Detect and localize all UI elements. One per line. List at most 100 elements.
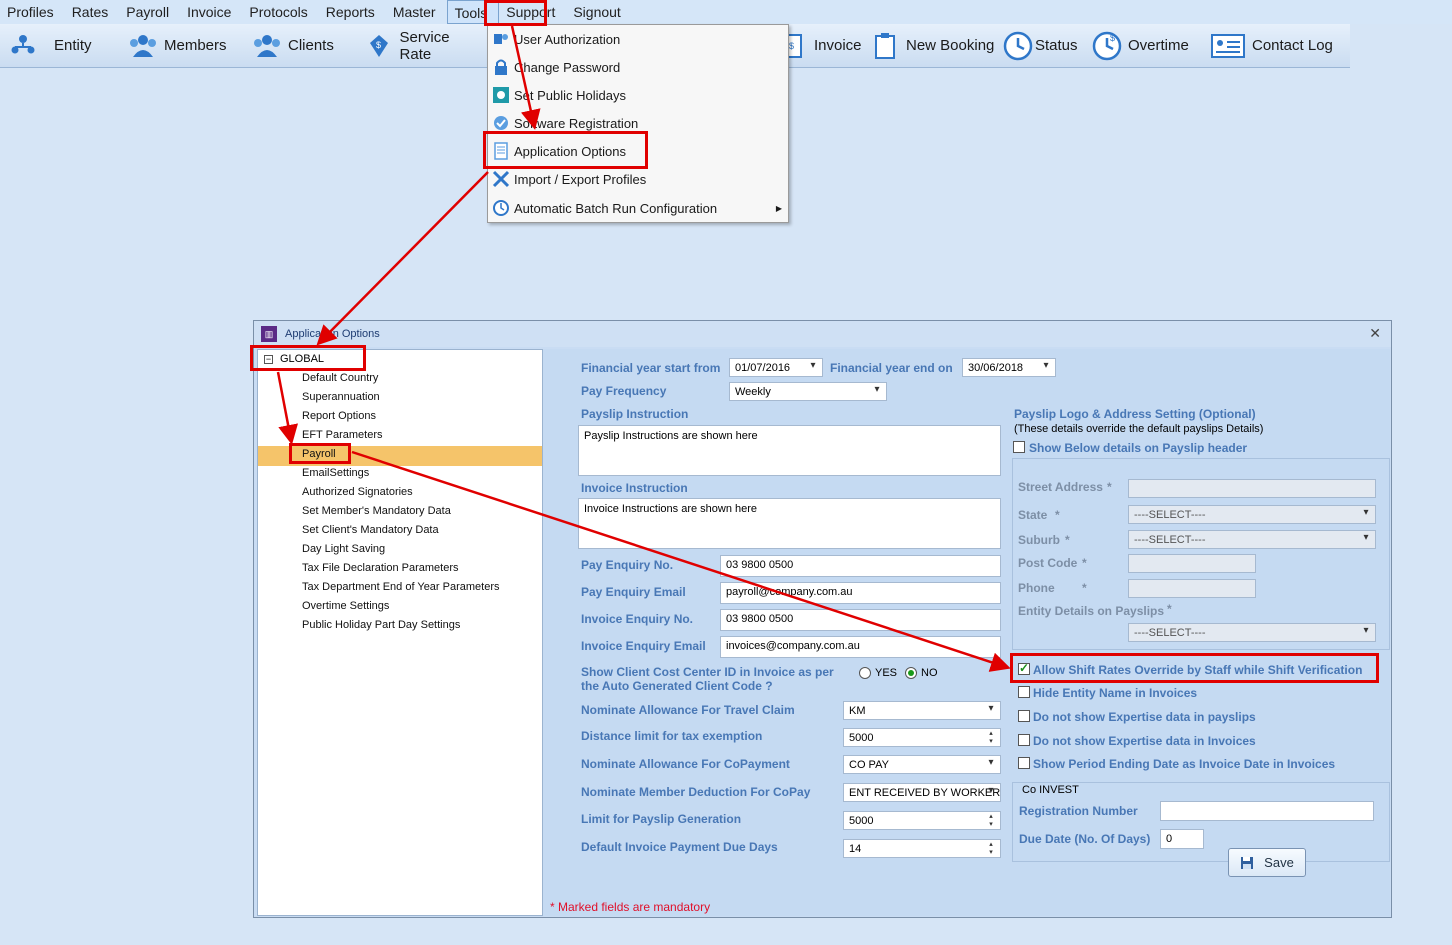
registration-number-input[interactable] bbox=[1160, 801, 1374, 821]
menu-item-import-export-profiles[interactable]: Import / Export Profiles bbox=[488, 166, 788, 192]
fy-start-date-picker[interactable]: 01/07/2016 bbox=[729, 358, 823, 377]
menu-item-change-password[interactable]: Change Password bbox=[488, 54, 788, 80]
svg-text:$: $ bbox=[789, 41, 794, 51]
clipboard-icon bbox=[870, 31, 900, 61]
save-button[interactable]: Save bbox=[1228, 848, 1306, 877]
invoice-enquiry-email-input[interactable]: invoices@company.com.au bbox=[720, 636, 1001, 658]
period-ending-checkbox[interactable] bbox=[1018, 757, 1030, 769]
cost-center-no-radio[interactable] bbox=[905, 667, 917, 679]
menu-payroll[interactable]: Payroll bbox=[119, 0, 180, 24]
logo-settings-subtitle: (These details override the default pays… bbox=[1014, 423, 1264, 435]
invoice-label: Invoice bbox=[814, 37, 862, 54]
fy-end-date-picker[interactable]: 30/06/2018 bbox=[962, 358, 1056, 377]
due-days-stepper[interactable]: 14 bbox=[843, 839, 1001, 858]
menu-item-set-public-holidays[interactable]: Set Public Holidays bbox=[488, 82, 788, 108]
street-address-input[interactable] bbox=[1128, 479, 1376, 498]
menu-item-automatic-batch-run[interactable]: Automatic Batch Run Configuration ▶ bbox=[488, 195, 788, 221]
status-label: Status bbox=[1035, 37, 1078, 54]
due-date-days-input[interactable]: 0 bbox=[1160, 829, 1204, 849]
tree-item-day-light-saving[interactable]: Day Light Saving bbox=[302, 543, 385, 555]
no-expertise-payslips-checkbox[interactable] bbox=[1018, 710, 1030, 722]
svg-text:$: $ bbox=[376, 40, 381, 50]
menu-rates[interactable]: Rates bbox=[65, 0, 120, 24]
pay-frequency-select[interactable]: Weekly bbox=[729, 382, 887, 401]
menu-support[interactable]: Support bbox=[499, 0, 566, 24]
invoice-instruction-label: Invoice Instruction bbox=[581, 481, 688, 495]
menu-reports[interactable]: Reports bbox=[319, 0, 386, 24]
tree-item-eft-parameters[interactable]: EFT Parameters bbox=[302, 429, 383, 441]
show-details-checkbox[interactable] bbox=[1013, 441, 1025, 453]
close-icon[interactable]: ✕ bbox=[1369, 325, 1381, 342]
phone-label: Phone bbox=[1018, 581, 1055, 595]
menu-master[interactable]: Master bbox=[386, 0, 447, 24]
payslip-limit-stepper[interactable]: 5000 bbox=[843, 811, 1001, 830]
overtime-button[interactable]: $ Overtime bbox=[1092, 26, 1210, 66]
tree-item-superannuation[interactable]: Superannuation bbox=[302, 391, 380, 403]
payslip-instruction-textarea[interactable]: Payslip Instructions are shown here bbox=[578, 425, 1001, 476]
invoice-instruction-textarea[interactable]: Invoice Instructions are shown here bbox=[578, 498, 1001, 549]
members-button[interactable]: Members bbox=[128, 26, 252, 66]
post-code-input[interactable] bbox=[1128, 554, 1256, 573]
clients-button[interactable]: Clients bbox=[252, 26, 364, 66]
tree-item-tax-end-of-year[interactable]: Tax Department End of Year Parameters bbox=[302, 581, 500, 593]
pay-enquiry-email-input[interactable]: payroll@company.com.au bbox=[720, 582, 1001, 604]
pay-enquiry-no-input[interactable]: 03 9800 0500 bbox=[720, 555, 1001, 577]
tree-item-overtime-settings[interactable]: Overtime Settings bbox=[302, 600, 389, 612]
collapse-icon[interactable]: − bbox=[264, 354, 273, 364]
invoice-enquiry-email-label: Invoice Enquiry Email bbox=[581, 639, 706, 653]
tree-item-member-mandatory-data[interactable]: Set Member's Mandatory Data bbox=[302, 505, 451, 517]
menu-protocols[interactable]: Protocols bbox=[242, 0, 318, 24]
contact-log-button[interactable]: Contact Log bbox=[1210, 26, 1338, 66]
menu-signout[interactable]: Signout bbox=[566, 0, 631, 24]
tree-item-report-options[interactable]: Report Options bbox=[302, 410, 376, 422]
status-button[interactable]: Status bbox=[1003, 26, 1092, 66]
new-booking-button[interactable]: New Booking bbox=[870, 26, 1003, 66]
hide-entity-checkbox[interactable] bbox=[1018, 686, 1030, 698]
tree-item-default-country[interactable]: Default Country bbox=[302, 372, 378, 384]
entity-icon bbox=[8, 31, 38, 61]
entity-button[interactable]: Entity bbox=[8, 26, 128, 66]
mandatory-note: * Marked fields are mandatory bbox=[550, 900, 711, 914]
entity-details-select[interactable]: ----SELECT---- bbox=[1128, 623, 1376, 642]
due-date-days-label: Due Date (No. Of Days) bbox=[1019, 832, 1151, 846]
menu-tools[interactable]: Tools bbox=[446, 0, 500, 24]
service-rates-icon: $ bbox=[364, 31, 394, 61]
suburb-select[interactable]: ----SELECT---- bbox=[1128, 530, 1376, 549]
allow-override-checkbox[interactable] bbox=[1018, 661, 1030, 675]
copayment-select[interactable]: CO PAY bbox=[843, 755, 1001, 774]
clock-icon bbox=[1003, 31, 1033, 61]
no-expertise-invoices-label: Do not show Expertise data in Invoices bbox=[1033, 734, 1256, 748]
copayment-label: Nominate Allowance For CoPayment bbox=[581, 757, 790, 771]
tree-item-client-mandatory-data[interactable]: Set Client's Mandatory Data bbox=[302, 524, 439, 536]
tree-root-global[interactable]: − GLOBAL bbox=[264, 353, 324, 365]
menu-item-application-options[interactable]: Application Options bbox=[488, 138, 788, 164]
user-key-icon bbox=[490, 28, 512, 50]
cost-center-yes-radio[interactable] bbox=[859, 667, 871, 679]
contact-card-icon bbox=[1210, 31, 1246, 61]
service-rates-button[interactable]: $ Service Rate bbox=[364, 26, 484, 66]
copay-deduction-select[interactable]: ENT RECEIVED BY WORKER bbox=[843, 783, 1001, 802]
menu-invoice[interactable]: Invoice bbox=[180, 0, 242, 24]
yes-label: YES bbox=[875, 667, 898, 679]
tree-item-authorized-signatories[interactable]: Authorized Signatories bbox=[302, 486, 413, 498]
travel-claim-select[interactable]: KM bbox=[843, 701, 1001, 720]
tree-item-payroll[interactable]: Payroll bbox=[302, 448, 336, 460]
invoice-enquiry-no-input[interactable]: 03 9800 0500 bbox=[720, 609, 1001, 631]
tree-item-public-holiday-part-day[interactable]: Public Holiday Part Day Settings bbox=[302, 619, 460, 631]
fy-end-label: Financial year end on bbox=[830, 361, 953, 375]
distance-limit-stepper[interactable]: 5000 bbox=[843, 728, 1001, 747]
no-expertise-invoices-checkbox[interactable] bbox=[1018, 734, 1030, 746]
tree-item-email-settings[interactable]: EmailSettings bbox=[302, 467, 369, 479]
distance-limit-label: Distance limit for tax exemption bbox=[581, 729, 763, 743]
state-select[interactable]: ----SELECT---- bbox=[1128, 505, 1376, 524]
menu-item-user-authorization[interactable]: User Authorization bbox=[488, 26, 788, 52]
suburb-label: Suburb bbox=[1018, 533, 1060, 547]
menu-item-software-registration[interactable]: Software Registration bbox=[488, 110, 788, 136]
lock-icon bbox=[490, 56, 512, 78]
entity-details-label: Entity Details on Payslips bbox=[1018, 604, 1165, 618]
phone-input[interactable] bbox=[1128, 579, 1256, 598]
invoice-button[interactable]: $ Invoice bbox=[778, 26, 870, 66]
payslip-instruction-label: Payslip Instruction bbox=[581, 407, 689, 421]
tree-item-tax-file-declaration[interactable]: Tax File Declaration Parameters bbox=[302, 562, 459, 574]
menu-profiles[interactable]: Profiles bbox=[0, 0, 65, 24]
